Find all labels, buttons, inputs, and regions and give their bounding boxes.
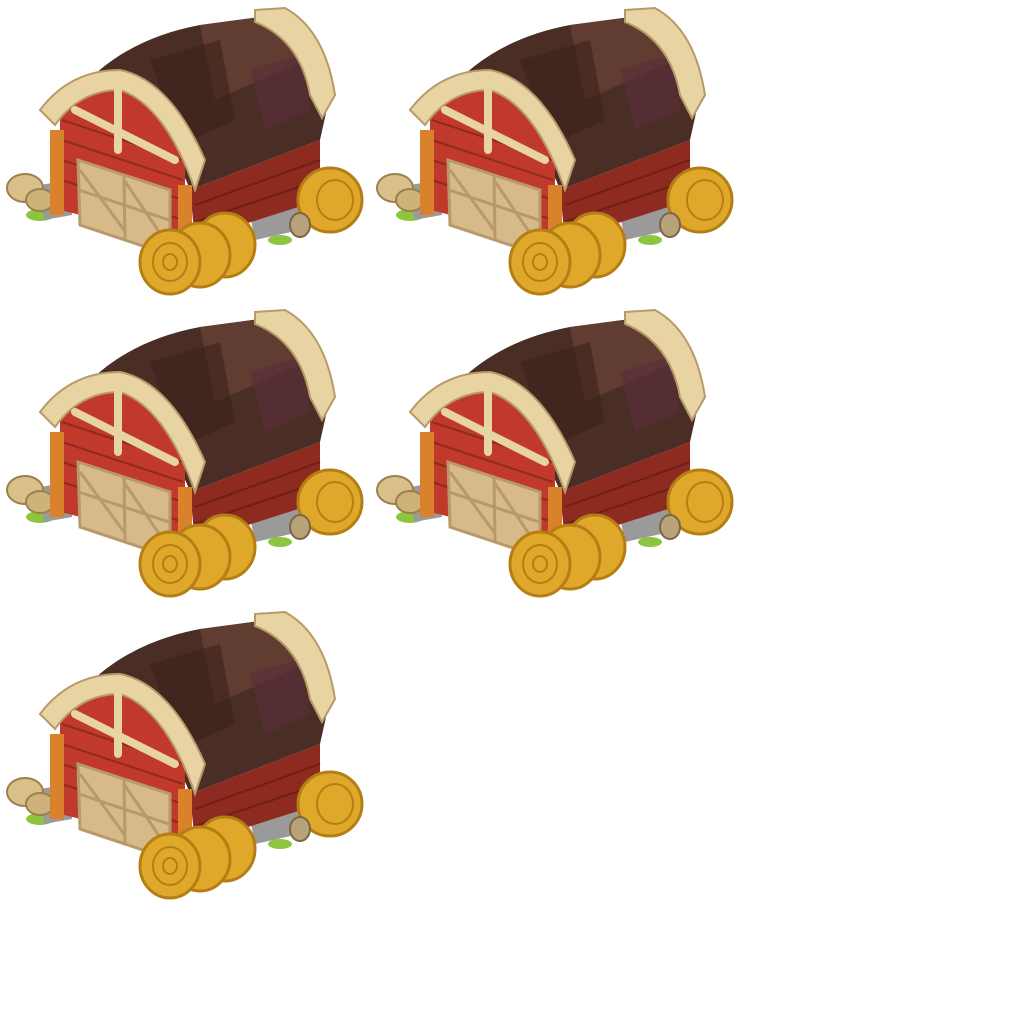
barn-sprite xyxy=(0,604,370,904)
sprite-sheet xyxy=(0,0,1024,1024)
barn-icon xyxy=(6,308,364,598)
barn-icon xyxy=(6,6,364,296)
barn-sprite xyxy=(0,0,370,300)
barn-sprite xyxy=(370,0,740,300)
barn-icon xyxy=(376,308,734,598)
barn-icon xyxy=(6,610,364,900)
barn-sprite xyxy=(370,302,740,602)
barn-icon xyxy=(376,6,734,296)
barn-sprite xyxy=(0,302,370,602)
